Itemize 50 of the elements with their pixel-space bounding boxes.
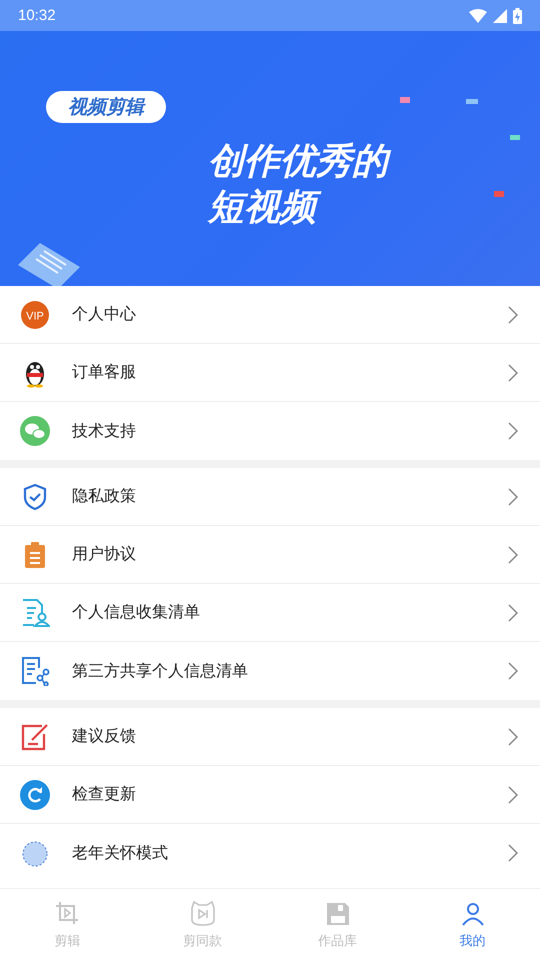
- confetti-icon: [494, 191, 504, 197]
- edit-note-icon: [20, 722, 50, 752]
- menu-label: 隐私政策: [72, 486, 137, 507]
- menu-label: 个人信息收集清单: [72, 602, 201, 623]
- menu-label: 建议反馈: [72, 726, 137, 747]
- menu-item[interactable]: VIP 个人中心: [0, 286, 540, 344]
- document-share-icon: [20, 656, 50, 686]
- menu-label: 技术支持: [72, 420, 137, 442]
- menu-label: 个人中心: [72, 304, 137, 325]
- menu-item[interactable]: 建议反馈: [0, 708, 540, 766]
- banner-headline: 短视频: [204, 185, 326, 231]
- menu-item[interactable]: 检查更新: [0, 766, 540, 824]
- document-person-icon: [20, 598, 50, 628]
- menu-label: 第三方共享个人信息清单: [72, 660, 249, 682]
- menu-item[interactable]: 第三方共享个人信息清单: [0, 642, 540, 700]
- banner-headline: 创作优秀的: [204, 139, 398, 185]
- status-time: 10:32: [18, 7, 56, 24]
- menu-label: 订单客服: [72, 362, 137, 383]
- chevron-right-icon: [508, 604, 518, 622]
- refresh-icon: [20, 780, 50, 810]
- menu-label: 检查更新: [72, 784, 137, 805]
- battery-icon: [513, 8, 522, 24]
- chevron-right-icon: [508, 728, 518, 746]
- chevron-right-icon: [508, 364, 518, 382]
- chevron-right-icon: [508, 488, 518, 506]
- chat-bubbles-icon: [20, 416, 50, 446]
- nav-tab[interactable]: 我的: [405, 889, 540, 960]
- signal-icon: [493, 8, 507, 22]
- confetti-icon: [510, 135, 520, 140]
- confetti-icon: [466, 99, 478, 104]
- menu-label: 用户协议: [72, 544, 137, 565]
- vip-badge: VIP: [20, 300, 50, 330]
- chevron-right-icon: [508, 844, 518, 862]
- menu-item[interactable]: 个人信息收集清单: [0, 584, 540, 642]
- chevron-right-icon: [508, 786, 518, 804]
- chevron-right-icon: [508, 662, 518, 680]
- menu-item[interactable]: 隐私政策: [0, 468, 540, 526]
- chevron-right-icon: [508, 306, 518, 324]
- chevron-right-icon: [508, 546, 518, 564]
- menu-label: 老年关怀模式: [72, 842, 169, 864]
- menu-item[interactable]: 老年关怀模式: [0, 824, 540, 882]
- menu-item[interactable]: 订单客服: [0, 344, 540, 402]
- wifi-icon: [469, 8, 487, 22]
- cat-play-icon: [188, 900, 216, 928]
- menu-item[interactable]: 用户协议: [0, 526, 540, 584]
- chevron-right-icon: [508, 422, 518, 440]
- document-icon: [18, 243, 80, 286]
- confetti-icon: [400, 97, 410, 103]
- menu-item[interactable]: 技术支持: [0, 402, 540, 460]
- banner-tag: 视频剪辑: [46, 91, 166, 123]
